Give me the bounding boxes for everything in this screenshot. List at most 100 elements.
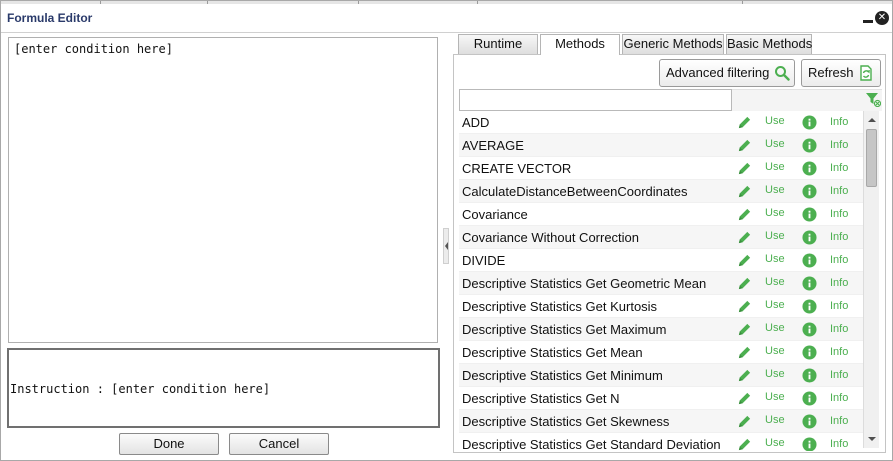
- info-icon[interactable]: [802, 276, 817, 291]
- method-row[interactable]: Covariance Use Info: [459, 203, 863, 226]
- method-name: CREATE VECTOR: [462, 161, 572, 176]
- method-row[interactable]: Descriptive Statistics Get Kurtosis Use In…: [459, 295, 863, 318]
- info-icon[interactable]: [802, 115, 817, 130]
- use-link[interactable]: Use: [765, 368, 785, 380]
- method-row[interactable]: Covariance Without Correction Use Info: [459, 226, 863, 249]
- formula-editor-area[interactable]: [enter condition here]: [8, 37, 438, 343]
- tab-runtime[interactable]: Runtime: [458, 34, 538, 54]
- scroll-up-icon[interactable]: [866, 114, 877, 126]
- info-icon[interactable]: [802, 161, 817, 176]
- use-link[interactable]: Use: [765, 161, 785, 173]
- info-icon[interactable]: [802, 184, 817, 199]
- info-link[interactable]: Info: [830, 346, 848, 358]
- pencil-icon[interactable]: [737, 322, 752, 337]
- info-icon[interactable]: [802, 299, 817, 314]
- use-link[interactable]: Use: [765, 230, 785, 242]
- use-link[interactable]: Use: [765, 184, 785, 196]
- pencil-icon[interactable]: [737, 368, 752, 383]
- info-link[interactable]: Info: [830, 254, 848, 266]
- info-link[interactable]: Info: [830, 116, 848, 128]
- clear-filter-icon[interactable]: [865, 91, 881, 107]
- methods-scrollbar[interactable]: [863, 111, 879, 448]
- collapse-splitter-handle[interactable]: [443, 228, 449, 264]
- info-link[interactable]: Info: [830, 369, 848, 381]
- scroll-down-icon[interactable]: [866, 433, 877, 445]
- use-link[interactable]: Use: [765, 115, 785, 127]
- method-name: ADD: [462, 115, 490, 130]
- use-link[interactable]: Use: [765, 414, 785, 426]
- info-icon[interactable]: [802, 345, 817, 360]
- use-link[interactable]: Use: [765, 138, 785, 150]
- method-row[interactable]: Descriptive Statistics Get Standard Devi…: [459, 433, 863, 451]
- pencil-icon[interactable]: [737, 276, 752, 291]
- method-row[interactable]: Descriptive Statistics Get Minimum Use Inf…: [459, 364, 863, 387]
- close-icon[interactable]: ✕: [875, 11, 889, 25]
- method-row[interactable]: Descriptive Statistics Get Geometric Mea…: [459, 272, 863, 295]
- info-link[interactable]: Info: [830, 185, 848, 197]
- scrollbar-thumb[interactable]: [866, 129, 877, 187]
- info-link[interactable]: Info: [830, 162, 848, 174]
- method-name: Descriptive Statistics Get Geometric Mea…: [462, 276, 707, 291]
- method-row[interactable]: Descriptive Statistics Get N Use Info: [459, 387, 863, 410]
- method-row[interactable]: AVERAGE Use Info: [459, 134, 863, 157]
- method-row[interactable]: CREATE VECTOR Use Info: [459, 157, 863, 180]
- method-row[interactable]: Descriptive Statistics Get Skewness Use In…: [459, 410, 863, 433]
- info-icon[interactable]: [802, 437, 817, 451]
- pencil-icon[interactable]: [737, 115, 752, 130]
- pencil-icon[interactable]: [737, 138, 752, 153]
- advanced-filtering-button[interactable]: Advanced filtering: [659, 59, 795, 87]
- use-link[interactable]: Use: [765, 437, 785, 449]
- info-link[interactable]: Info: [830, 415, 848, 427]
- use-link[interactable]: Use: [765, 322, 785, 334]
- use-link[interactable]: Use: [765, 276, 785, 288]
- tab-basic-methods[interactable]: Basic Methods: [726, 34, 812, 54]
- use-link[interactable]: Use: [765, 207, 785, 219]
- info-icon[interactable]: [802, 391, 817, 406]
- info-link[interactable]: Info: [830, 392, 848, 404]
- info-link[interactable]: Info: [830, 208, 848, 220]
- pencil-icon[interactable]: [737, 253, 752, 268]
- use-link[interactable]: Use: [765, 299, 785, 311]
- pencil-icon[interactable]: [737, 437, 752, 451]
- minimize-icon[interactable]: [861, 11, 875, 25]
- methods-list: ADD Use Info AVERAGE Use Info CREATE VECTOR Use…: [459, 111, 863, 451]
- info-icon[interactable]: [802, 230, 817, 245]
- refresh-button[interactable]: Refresh: [801, 59, 881, 87]
- filter-input[interactable]: [459, 89, 732, 111]
- info-icon[interactable]: [802, 253, 817, 268]
- pencil-icon[interactable]: [737, 391, 752, 406]
- info-link[interactable]: Info: [830, 323, 848, 335]
- title-bar[interactable]: Formula Editor ✕: [1, 1, 892, 33]
- pencil-icon[interactable]: [737, 414, 752, 429]
- pencil-icon[interactable]: [737, 161, 752, 176]
- method-name: Covariance: [462, 207, 528, 222]
- info-link[interactable]: Info: [830, 438, 848, 450]
- info-icon[interactable]: [802, 138, 817, 153]
- method-row[interactable]: ADD Use Info: [459, 111, 863, 134]
- pencil-icon[interactable]: [737, 345, 752, 360]
- done-button[interactable]: Done: [119, 433, 219, 455]
- method-row[interactable]: CalculateDistanceBetweenCoordinates Use In…: [459, 180, 863, 203]
- info-icon[interactable]: [802, 207, 817, 222]
- tab-methods[interactable]: Methods: [540, 34, 620, 55]
- search-icon: [775, 66, 790, 81]
- pencil-icon[interactable]: [737, 184, 752, 199]
- info-link[interactable]: Info: [830, 277, 848, 289]
- use-link[interactable]: Use: [765, 253, 785, 265]
- method-row[interactable]: DIVIDE Use Info: [459, 249, 863, 272]
- info-icon[interactable]: [802, 368, 817, 383]
- info-link[interactable]: Info: [830, 231, 848, 243]
- method-row[interactable]: Descriptive Statistics Get Maximum Use Inf…: [459, 318, 863, 341]
- cancel-button[interactable]: Cancel: [229, 433, 329, 455]
- pencil-icon[interactable]: [737, 299, 752, 314]
- use-link[interactable]: Use: [765, 391, 785, 403]
- use-link[interactable]: Use: [765, 345, 785, 357]
- info-icon[interactable]: [802, 414, 817, 429]
- info-icon[interactable]: [802, 322, 817, 337]
- pencil-icon[interactable]: [737, 230, 752, 245]
- pencil-icon[interactable]: [737, 207, 752, 222]
- info-link[interactable]: Info: [830, 300, 848, 312]
- tab-generic-methods[interactable]: Generic Methods: [622, 34, 724, 54]
- info-link[interactable]: Info: [830, 139, 848, 151]
- method-row[interactable]: Descriptive Statistics Get Mean Use Info: [459, 341, 863, 364]
